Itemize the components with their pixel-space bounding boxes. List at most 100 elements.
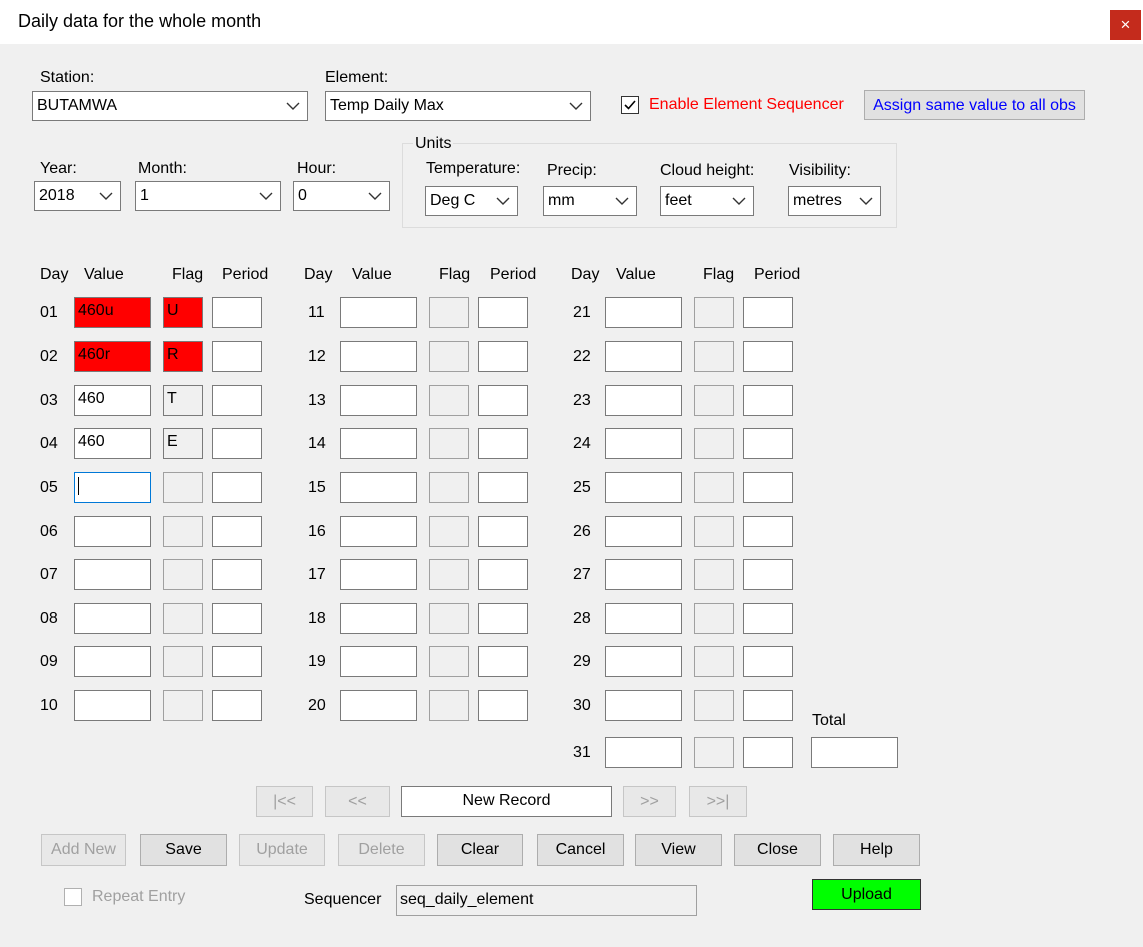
previous-record-button[interactable]: << xyxy=(325,786,390,817)
day-flag-field[interactable] xyxy=(694,690,734,721)
day-period-field[interactable] xyxy=(212,646,262,677)
day-period-field[interactable] xyxy=(212,559,262,590)
day-period-field[interactable] xyxy=(743,385,793,416)
month-select[interactable]: 1 xyxy=(135,181,281,211)
help-button[interactable]: Help xyxy=(833,834,920,866)
day-flag-field[interactable] xyxy=(163,603,203,634)
day-period-field[interactable] xyxy=(478,341,528,372)
day-period-field[interactable] xyxy=(478,428,528,459)
day-flag-field[interactable] xyxy=(694,603,734,634)
day-value-field[interactable] xyxy=(74,472,151,503)
day-value-field[interactable] xyxy=(605,603,682,634)
day-flag-field[interactable] xyxy=(694,297,734,328)
clear-button[interactable]: Clear xyxy=(437,834,523,866)
day-period-field[interactable] xyxy=(743,472,793,503)
day-flag-field[interactable] xyxy=(429,559,469,590)
repeat-entry-checkbox[interactable] xyxy=(64,888,82,906)
cancel-button[interactable]: Cancel xyxy=(537,834,624,866)
day-period-field[interactable] xyxy=(212,385,262,416)
day-flag-field[interactable]: E xyxy=(163,428,203,459)
day-period-field[interactable] xyxy=(743,646,793,677)
first-record-button[interactable]: |<< xyxy=(256,786,313,817)
day-value-field[interactable] xyxy=(74,690,151,721)
day-value-field[interactable] xyxy=(74,516,151,547)
upload-button[interactable]: Upload xyxy=(812,879,921,910)
day-value-field[interactable] xyxy=(605,516,682,547)
day-value-field[interactable] xyxy=(605,385,682,416)
day-value-field[interactable] xyxy=(340,559,417,590)
day-period-field[interactable] xyxy=(478,646,528,677)
temperature-select[interactable]: Deg C xyxy=(425,186,518,216)
day-period-field[interactable] xyxy=(212,690,262,721)
day-value-field[interactable]: 460 xyxy=(74,385,151,416)
day-flag-field[interactable] xyxy=(694,516,734,547)
day-period-field[interactable] xyxy=(478,297,528,328)
year-select[interactable]: 2018 xyxy=(34,181,121,211)
day-flag-field[interactable] xyxy=(163,690,203,721)
day-period-field[interactable] xyxy=(212,341,262,372)
day-value-field[interactable] xyxy=(74,603,151,634)
day-period-field[interactable] xyxy=(478,472,528,503)
update-button[interactable]: Update xyxy=(239,834,325,866)
day-value-field[interactable] xyxy=(605,428,682,459)
total-field[interactable] xyxy=(811,737,898,768)
day-flag-field[interactable] xyxy=(163,646,203,677)
precip-select[interactable]: mm xyxy=(543,186,637,216)
day-period-field[interactable] xyxy=(743,516,793,547)
day-period-field[interactable] xyxy=(743,690,793,721)
day-value-field[interactable] xyxy=(605,341,682,372)
day-value-field[interactable] xyxy=(340,646,417,677)
day-period-field[interactable] xyxy=(212,428,262,459)
day-flag-field[interactable] xyxy=(429,385,469,416)
close-button[interactable]: Close xyxy=(734,834,821,866)
day-period-field[interactable] xyxy=(212,603,262,634)
day-period-field[interactable] xyxy=(212,516,262,547)
day-value-field[interactable]: 460u xyxy=(74,297,151,328)
day-value-field[interactable] xyxy=(340,428,417,459)
station-select[interactable]: BUTAMWA xyxy=(32,91,308,121)
day-flag-field[interactable]: U xyxy=(163,297,203,328)
day-flag-field[interactable]: R xyxy=(163,341,203,372)
day-value-field[interactable] xyxy=(340,603,417,634)
delete-button[interactable]: Delete xyxy=(338,834,425,866)
day-period-field[interactable] xyxy=(743,297,793,328)
day-flag-field[interactable] xyxy=(429,603,469,634)
day-flag-field[interactable] xyxy=(429,428,469,459)
day-value-field[interactable] xyxy=(605,646,682,677)
day-value-field[interactable]: 460r xyxy=(74,341,151,372)
day-flag-field[interactable] xyxy=(429,646,469,677)
day-flag-field[interactable] xyxy=(694,737,734,768)
day-flag-field[interactable] xyxy=(429,472,469,503)
day-period-field[interactable] xyxy=(212,297,262,328)
day-flag-field[interactable] xyxy=(429,341,469,372)
day-period-field[interactable] xyxy=(478,559,528,590)
last-record-button[interactable]: >>| xyxy=(689,786,747,817)
day-flag-field[interactable] xyxy=(694,428,734,459)
assign-same-value-button[interactable]: Assign same value to all obs xyxy=(864,90,1085,120)
day-period-field[interactable] xyxy=(478,385,528,416)
element-select[interactable]: Temp Daily Max xyxy=(325,91,591,121)
day-value-field[interactable] xyxy=(340,690,417,721)
day-period-field[interactable] xyxy=(478,516,528,547)
day-period-field[interactable] xyxy=(743,737,793,768)
cloud-height-select[interactable]: feet xyxy=(660,186,754,216)
day-value-field[interactable] xyxy=(74,559,151,590)
day-flag-field[interactable] xyxy=(163,516,203,547)
day-flag-field[interactable] xyxy=(694,559,734,590)
day-flag-field[interactable] xyxy=(429,516,469,547)
save-button[interactable]: Save xyxy=(140,834,227,866)
day-period-field[interactable] xyxy=(212,472,262,503)
day-value-field[interactable] xyxy=(605,472,682,503)
day-value-field[interactable] xyxy=(605,297,682,328)
day-value-field[interactable] xyxy=(74,646,151,677)
day-flag-field[interactable] xyxy=(694,385,734,416)
day-flag-field[interactable]: T xyxy=(163,385,203,416)
close-window-button[interactable]: × xyxy=(1110,10,1141,40)
day-flag-field[interactable] xyxy=(163,559,203,590)
day-flag-field[interactable] xyxy=(429,690,469,721)
day-flag-field[interactable] xyxy=(163,472,203,503)
enable-sequencer-checkbox[interactable] xyxy=(621,96,639,114)
visibility-select[interactable]: metres xyxy=(788,186,881,216)
day-period-field[interactable] xyxy=(743,603,793,634)
day-flag-field[interactable] xyxy=(694,341,734,372)
